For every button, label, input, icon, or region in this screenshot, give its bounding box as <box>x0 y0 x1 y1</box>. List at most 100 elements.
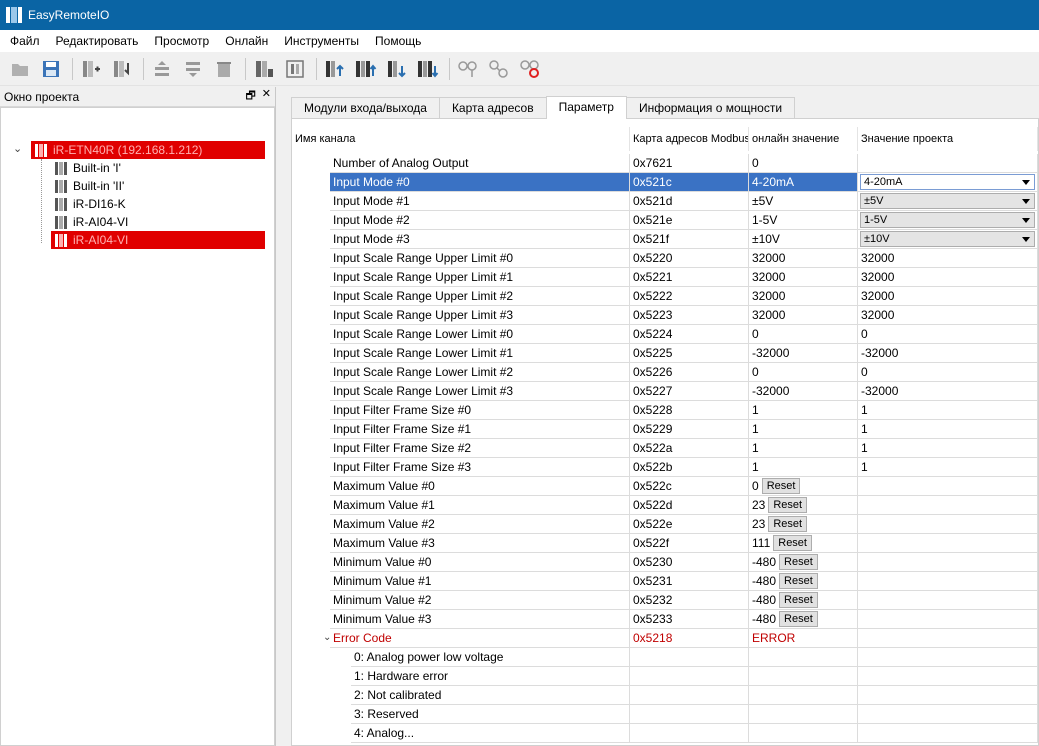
project-value <box>858 629 1038 648</box>
table-row[interactable]: Maximum Value #0 0x522c 0 Reset <box>292 477 1038 496</box>
reset-button[interactable]: Reset <box>779 592 818 608</box>
reset-button[interactable]: Reset <box>761 478 801 494</box>
input-mode-select[interactable]: 4-20mA <box>860 174 1035 190</box>
reset-button[interactable]: Reset <box>768 497 808 513</box>
connect-icon[interactable] <box>456 57 480 81</box>
table-row[interactable]: Input Scale Range Lower Limit #0 0x5224 0 0 <box>292 325 1038 344</box>
table-row[interactable]: Maximum Value #3 0x522f 111 Reset <box>292 534 1038 553</box>
tab-2[interactable]: Параметр <box>545 96 627 119</box>
tree-node-module[interactable]: Built-in 'I' <box>51 159 121 177</box>
table-row[interactable]: Minimum Value #0 0x5230 -480 Reset <box>292 553 1038 572</box>
online-value-text: 111 <box>752 536 771 550</box>
download-icon[interactable] <box>385 57 409 81</box>
menu-item-2[interactable]: Просмотр <box>146 30 217 52</box>
table-row[interactable]: Number of Analog Output 0x7621 0 <box>292 154 1038 173</box>
table-row[interactable]: Input Scale Range Lower Limit #3 0x5227 -3… <box>292 382 1038 401</box>
table-row[interactable]: Input Scale Range Upper Limit #3 0x5223 32… <box>292 306 1038 325</box>
table-row[interactable]: Input Scale Range Upper Limit #2 0x5222 32… <box>292 287 1038 306</box>
table-row[interactable]: Input Filter Frame Size #0 0x5228 1 1 <box>292 401 1038 420</box>
table-row[interactable]: 3: Reserved <box>292 705 1038 724</box>
tab-1[interactable]: Карта адресов <box>438 97 547 118</box>
reset-button[interactable]: Reset <box>779 573 818 589</box>
chevron-down-icon[interactable]: ⌄ <box>13 142 22 155</box>
menu-item-5[interactable]: Помощь <box>367 30 429 52</box>
tree-root-node[interactable]: ⌄ iR-ETN40R (192.168.1.212) <box>13 141 265 159</box>
pin-icon[interactable]: 🗗 <box>245 87 255 106</box>
tree-node-module[interactable]: iR-DI16-K <box>51 195 126 213</box>
channel-name: Input Mode #3 <box>330 230 630 249</box>
add-module-icon[interactable] <box>79 57 103 81</box>
insert-module-icon[interactable] <box>110 57 134 81</box>
tree-node-module[interactable]: iR-AI04-VI <box>51 213 128 231</box>
menu-item-0[interactable]: Файл <box>2 30 48 52</box>
project-value[interactable]: ±10V <box>858 230 1038 249</box>
chevron-down-icon[interactable] <box>1022 199 1030 204</box>
column-header[interactable]: Значение проекта <box>858 127 1038 151</box>
tab-3[interactable]: Информация о мощности <box>625 97 796 118</box>
table-row[interactable]: Input Filter Frame Size #1 0x5229 1 1 <box>292 420 1038 439</box>
table-row[interactable]: Maximum Value #2 0x522e 23 Reset <box>292 515 1038 534</box>
save-icon[interactable] <box>39 57 63 81</box>
table-row[interactable]: Input Scale Range Upper Limit #0 0x5220 32… <box>292 249 1038 268</box>
input-mode-select[interactable]: ±5V <box>860 193 1035 209</box>
chevron-down-icon[interactable] <box>1022 218 1030 223</box>
table-row[interactable]: Input Mode #2 0x521e 1-5V 1-5V <box>292 211 1038 230</box>
input-mode-select[interactable]: ±10V <box>860 231 1035 247</box>
disconnect-icon[interactable] <box>518 57 542 81</box>
menu-item-3[interactable]: Онлайн <box>217 30 276 52</box>
column-header[interactable]: Имя канала <box>292 127 630 151</box>
upload-all-icon[interactable] <box>354 57 378 81</box>
tab-0[interactable]: Модули входа/выхода <box>291 97 440 118</box>
chevron-down-icon[interactable]: ⌄ <box>323 629 330 647</box>
table-row[interactable]: Input Mode #1 0x521d ±5V ±5V <box>292 192 1038 211</box>
table-row[interactable]: Input Filter Frame Size #2 0x522a 1 1 <box>292 439 1038 458</box>
table-row[interactable]: 0: Analog power low voltage <box>292 648 1038 667</box>
menu-item-4[interactable]: Инструменты <box>276 30 367 52</box>
online-value-text: -480 <box>752 555 777 569</box>
tree-node-module[interactable]: iR-AI04-VI <box>51 231 265 249</box>
table-row[interactable]: 1: Hardware error <box>292 667 1038 686</box>
project-value[interactable]: 1-5V <box>858 211 1038 230</box>
reset-button[interactable]: Reset <box>768 516 808 532</box>
project-value[interactable]: ±5V <box>858 192 1038 211</box>
modbus-address: 0x5231 <box>630 572 749 591</box>
upload-icon[interactable] <box>323 57 347 81</box>
channel-name: Input Mode #1 <box>330 192 630 211</box>
menu-item-1[interactable]: Редактировать <box>48 30 147 52</box>
table-row[interactable]: ⌄Error Code0x5218ERROR <box>292 629 1038 648</box>
reset-button[interactable]: Reset <box>779 554 818 570</box>
chevron-down-icon[interactable] <box>1022 237 1030 242</box>
move-down-icon[interactable] <box>181 57 205 81</box>
table-row[interactable]: Input Mode #3 0x521f ±10V ±10V <box>292 230 1038 249</box>
module-config-icon[interactable] <box>252 57 276 81</box>
reset-button[interactable]: Reset <box>773 535 812 551</box>
project-value[interactable]: 4-20mA <box>858 173 1038 192</box>
table-row[interactable]: Input Filter Frame Size #3 0x522b 1 1 <box>292 458 1038 477</box>
channel-name: Input Scale Range Lower Limit #2 <box>330 363 630 382</box>
close-icon[interactable]: ✕ <box>262 87 271 106</box>
move-up-icon[interactable] <box>150 57 174 81</box>
project-value <box>858 648 1038 667</box>
download-all-icon[interactable] <box>416 57 440 81</box>
reset-button[interactable]: Reset <box>779 611 818 627</box>
delete-icon[interactable] <box>212 57 236 81</box>
table-row[interactable]: Input Scale Range Lower Limit #2 0x5226 0 0 <box>292 363 1038 382</box>
table-row[interactable]: Input Mode #0 0x521c 4-20mA 4-20mA <box>292 173 1038 192</box>
table-row[interactable]: Minimum Value #3 0x5233 -480 Reset <box>292 610 1038 629</box>
table-row[interactable]: Input Scale Range Upper Limit #1 0x5221 32… <box>292 268 1038 287</box>
tree-node-module[interactable]: Built-in 'II' <box>51 177 124 195</box>
input-mode-select[interactable]: 1-5V <box>860 212 1035 228</box>
table-row[interactable]: Maximum Value #1 0x522d 23 Reset <box>292 496 1038 515</box>
table-row[interactable]: Minimum Value #1 0x5231 -480 Reset <box>292 572 1038 591</box>
table-row[interactable]: Minimum Value #2 0x5232 -480 Reset <box>292 591 1038 610</box>
open-folder-icon[interactable] <box>8 57 32 81</box>
column-header[interactable]: Карта адресов Modbus <box>630 127 749 151</box>
online-icon[interactable] <box>487 57 511 81</box>
module-io-icon[interactable] <box>283 57 307 81</box>
table-row[interactable]: 2: Not calibrated <box>292 686 1038 705</box>
modbus-address: 0x5221 <box>630 268 749 287</box>
column-header[interactable]: онлайн значение <box>749 127 858 151</box>
table-row[interactable]: 4: Analog... <box>292 724 1038 743</box>
chevron-down-icon[interactable] <box>1022 180 1030 185</box>
table-row[interactable]: Input Scale Range Lower Limit #1 0x5225 -3… <box>292 344 1038 363</box>
